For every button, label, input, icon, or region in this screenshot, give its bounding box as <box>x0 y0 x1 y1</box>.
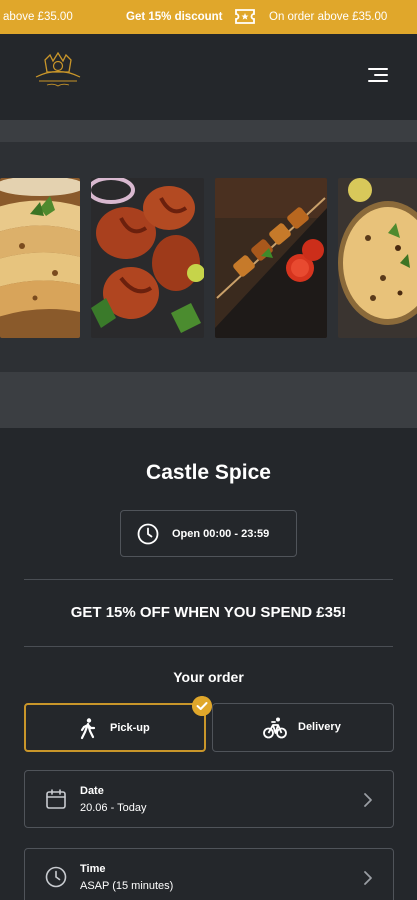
site-header <box>0 34 417 120</box>
time-value: ASAP (15 minutes) <box>80 880 174 892</box>
gallery-photo-biryani[interactable] <box>338 178 417 338</box>
opening-hours-text: Open 00:00 - 23:59 <box>172 528 270 540</box>
chevron-right-icon <box>364 793 372 807</box>
ticket-icon <box>235 9 255 24</box>
clock-icon <box>45 866 67 888</box>
restaurant-name: Castle Spice <box>146 461 271 484</box>
clock-icon <box>137 523 159 545</box>
pickup-label: Pick-up <box>110 722 150 734</box>
chevron-right-icon <box>364 871 372 885</box>
walking-person-icon <box>80 718 96 740</box>
calendar-icon <box>46 789 66 809</box>
opening-hours-badge: Open 00:00 - 23:59 <box>120 510 297 557</box>
gallery-photo-tandoori-chicken[interactable] <box>91 178 204 338</box>
date-selector[interactable]: Date 20.06 - Today <box>24 770 394 828</box>
pickup-option-button[interactable]: Pick-up <box>24 703 206 752</box>
delivery-option-button[interactable]: Delivery <box>212 703 394 752</box>
date-value: 20.06 - Today <box>80 802 147 814</box>
promo-banner: r above £35.00 Get 15% discount On order… <box>0 0 417 34</box>
time-selector[interactable]: Time ASAP (15 minutes) <box>24 848 394 900</box>
bicycle-icon <box>263 717 287 739</box>
selected-check-icon <box>192 696 212 716</box>
castle-crown-logo[interactable] <box>33 52 83 94</box>
gallery-top-band <box>0 120 417 142</box>
offer-text: GET 15% OFF WHEN YOU SPEND £35! <box>70 604 347 621</box>
promo-text-right: On order above £35.00 <box>269 11 388 23</box>
gallery-photo-tikka-skewers[interactable] <box>215 178 327 338</box>
promo-text-left: r above £35.00 <box>0 11 73 23</box>
date-label: Date <box>80 785 104 797</box>
divider <box>24 646 393 647</box>
promo-text-discount: Get 15% discount <box>126 11 223 23</box>
time-label: Time <box>80 863 106 875</box>
gallery-bottom-band <box>0 372 417 428</box>
gallery-photo-naan[interactable] <box>0 178 80 338</box>
divider <box>24 579 393 580</box>
your-order-heading: Your order <box>173 669 244 685</box>
delivery-label: Delivery <box>298 721 341 733</box>
hamburger-menu-icon[interactable] <box>368 68 388 84</box>
